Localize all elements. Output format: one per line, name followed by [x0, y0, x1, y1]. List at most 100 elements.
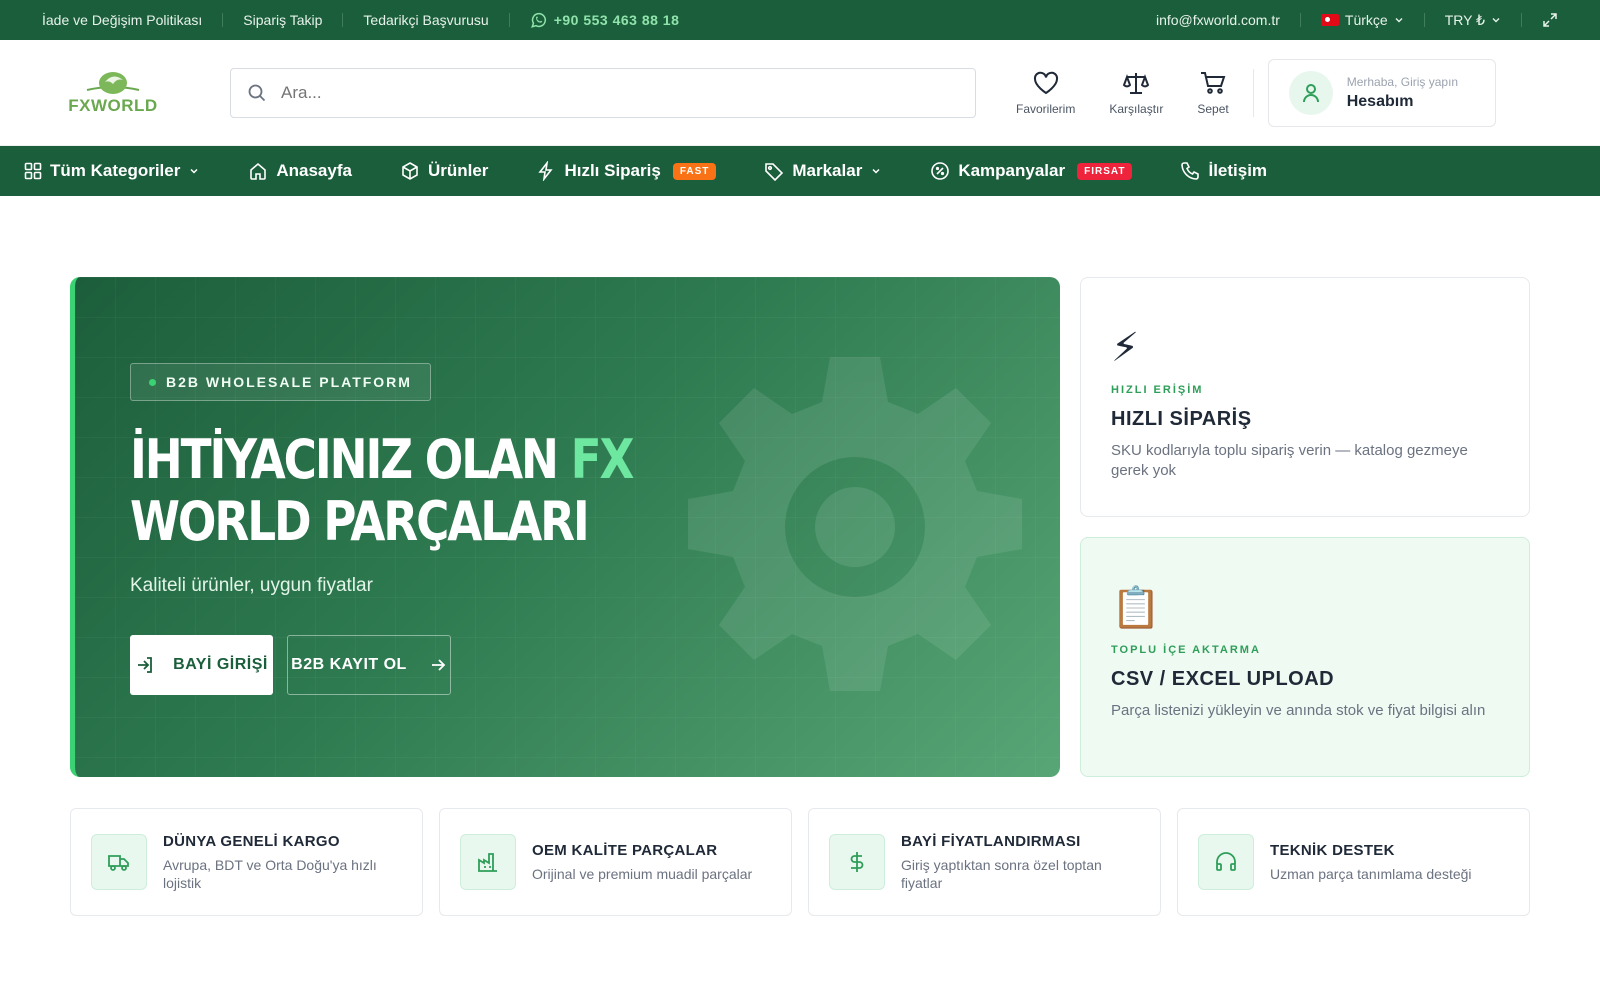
favorites-button[interactable]: Favorilerim	[1016, 70, 1075, 116]
nav-label: Kampanyalar	[958, 161, 1066, 180]
card-description: Parça listenizi yükleyin ve anında stok …	[1111, 702, 1486, 719]
supplier-application-link[interactable]: Tedarikçi Başvurusu	[363, 12, 488, 28]
dealer-login-label: BAYİ GİRİŞİ	[173, 656, 268, 673]
nav-label: Ürünler	[427, 161, 489, 180]
dollar-icon	[829, 834, 885, 890]
email-link[interactable]: info@fxworld.com.tr	[1156, 12, 1280, 28]
logo-text: FXWORLD	[68, 95, 158, 115]
hero-title-part2: WORLD PARÇALARI	[130, 490, 590, 553]
order-tracking-link[interactable]: Sipariş Takip	[243, 12, 322, 28]
divider	[1252, 68, 1254, 117]
heart-icon	[1032, 70, 1060, 96]
nav-quick-order[interactable]: Hızlı Sipariş FAST	[536, 161, 717, 181]
cart-label: Sepet	[1197, 101, 1229, 116]
home-icon	[248, 161, 268, 181]
feature-title: BAYİ FİYATLANDIRMASI	[901, 832, 1081, 850]
quick-order-card[interactable]: ⚡ HIZLI ERİŞİM HIZLI SİPARİŞ SKU kodları…	[1080, 277, 1530, 517]
csv-upload-card[interactable]: 📋 TOPLU İÇE AKTARMA CSV / EXCEL UPLOAD P…	[1080, 537, 1530, 777]
compare-label: Karşılaştır	[1109, 101, 1164, 116]
scale-icon	[1122, 70, 1150, 96]
firsat-badge: FIRSAT	[1077, 162, 1133, 180]
nav-products[interactable]: Ürünler	[400, 161, 488, 181]
cart-icon	[1199, 70, 1227, 96]
account-button[interactable]: Merhaba, Giriş yapın Hesabım	[1267, 58, 1496, 127]
fast-badge: FAST	[672, 162, 717, 180]
bolt-icon	[536, 161, 556, 181]
dealer-login-button[interactable]: BAYİ GİRİŞİ	[130, 635, 273, 695]
account-label: Hesabım	[1346, 92, 1414, 110]
nav-all-categories[interactable]: Tüm Kategoriler	[24, 161, 200, 181]
nav-label: Markalar	[792, 161, 863, 180]
hero-title: İHTİYACINIZ OLAN FX WORLD PARÇALARI	[130, 429, 752, 553]
whatsapp-icon	[530, 11, 548, 29]
nav-home[interactable]: Anasayfa	[248, 161, 352, 181]
nav-campaigns[interactable]: Kampanyalar FIRSAT	[930, 161, 1133, 181]
divider	[1521, 13, 1522, 27]
hero-title-accent: FX	[570, 428, 635, 491]
truck-icon	[91, 834, 147, 890]
chevron-down-icon	[870, 165, 882, 177]
turkey-flag-icon	[1320, 14, 1339, 26]
language-select[interactable]: Türkçe	[1320, 12, 1404, 28]
clipboard-icon: 📋	[1111, 586, 1161, 630]
hero-section: B2B WHOLESALE PLATFORM İHTİYACINIZ OLAN …	[70, 277, 1530, 777]
card-title: CSV / EXCEL UPLOAD	[1111, 668, 1335, 690]
feature-strip: DÜNYA GENELİ KARGO Avrupa, BDT ve Orta D…	[70, 808, 1530, 916]
nav-label: Hızlı Sipariş	[564, 161, 661, 180]
search-icon	[247, 83, 267, 103]
main-nav: Tüm Kategoriler Anasayfa Ürünler Hızlı S…	[0, 146, 1600, 196]
search-bar[interactable]	[230, 67, 976, 118]
compare-button[interactable]: Karşılaştır	[1109, 70, 1163, 116]
hero-tag: B2B WHOLESALE PLATFORM	[130, 363, 431, 401]
nav-contact[interactable]: İletişim	[1180, 161, 1267, 181]
arrow-right-icon	[429, 656, 447, 674]
divider	[508, 13, 510, 27]
chevron-down-icon	[1394, 15, 1404, 25]
phone-number: +90 553 463 88 18	[553, 12, 680, 28]
feature-title: OEM KALİTE PARÇALAR	[532, 841, 718, 859]
card-tag: TOPLU İÇE AKTARMA	[1111, 644, 1261, 656]
cart-button[interactable]: Sepet	[1197, 70, 1229, 116]
currency-select[interactable]: TRY ₺	[1445, 12, 1501, 29]
hero-banner: B2B WHOLESALE PLATFORM İHTİYACINIZ OLAN …	[70, 277, 1060, 777]
feature-card: DÜNYA GENELİ KARGO Avrupa, BDT ve Orta D…	[70, 808, 423, 916]
b2b-register-label: B2B KAYIT OL	[291, 656, 407, 673]
site-header: FXWORLD Favorilerim Karşılaştır Sepet Me…	[0, 40, 1600, 146]
currency-value: TRY ₺	[1444, 11, 1485, 28]
hero-subtitle: Kaliteli ürünler, uygun fiyatlar	[130, 575, 373, 596]
nav-label: Anasayfa	[276, 161, 352, 180]
box-icon	[400, 161, 420, 181]
fullscreen-icon[interactable]	[1542, 12, 1558, 28]
site-logo[interactable]: FXWORLD	[58, 70, 168, 116]
feature-description: Uzman parça tanımlama desteği	[1270, 865, 1472, 882]
headset-icon	[1198, 834, 1254, 890]
login-icon	[135, 655, 155, 675]
hero-tag-text: B2B WHOLESALE PLATFORM	[166, 374, 412, 390]
feature-title: DÜNYA GENELİ KARGO	[163, 832, 340, 850]
feature-title: TEKNİK DESTEK	[1270, 841, 1395, 859]
card-tag: HIZLI ERİŞİM	[1111, 384, 1204, 396]
user-icon	[1288, 70, 1333, 115]
nav-label: İletişim	[1208, 161, 1268, 180]
nav-brands[interactable]: Markalar	[764, 161, 882, 181]
feature-description: Avrupa, BDT ve Orta Doğu'ya hızlı lojist…	[163, 856, 377, 891]
factory-icon	[460, 834, 516, 890]
card-description: SKU kodlarıyla toplu sipariş verin — kat…	[1111, 442, 1468, 479]
whatsapp-link[interactable]: +90 553 463 88 18	[530, 11, 680, 29]
status-dot	[149, 378, 156, 386]
search-input[interactable]	[281, 82, 959, 103]
percent-icon	[930, 161, 950, 181]
b2b-register-button[interactable]: B2B KAYIT OL	[287, 635, 451, 695]
feature-description: Giriş yaptıktan sonra özel toptan fiyatl…	[901, 856, 1102, 891]
divider	[1423, 13, 1425, 27]
nav-label: Tüm Kategoriler	[50, 161, 181, 180]
hero-title-part1: İHTİYACINIZ OLAN	[130, 428, 571, 491]
grid-icon	[24, 162, 42, 180]
lightning-icon: ⚡	[1111, 326, 1140, 370]
phone-icon	[1180, 161, 1200, 181]
account-greeting: Merhaba, Giriş yapın	[1346, 74, 1459, 89]
return-policy-link[interactable]: İade ve Değişim Politikası	[42, 12, 202, 28]
divider	[342, 13, 344, 27]
divider	[1299, 13, 1301, 27]
favorites-label: Favorilerim	[1016, 101, 1076, 116]
